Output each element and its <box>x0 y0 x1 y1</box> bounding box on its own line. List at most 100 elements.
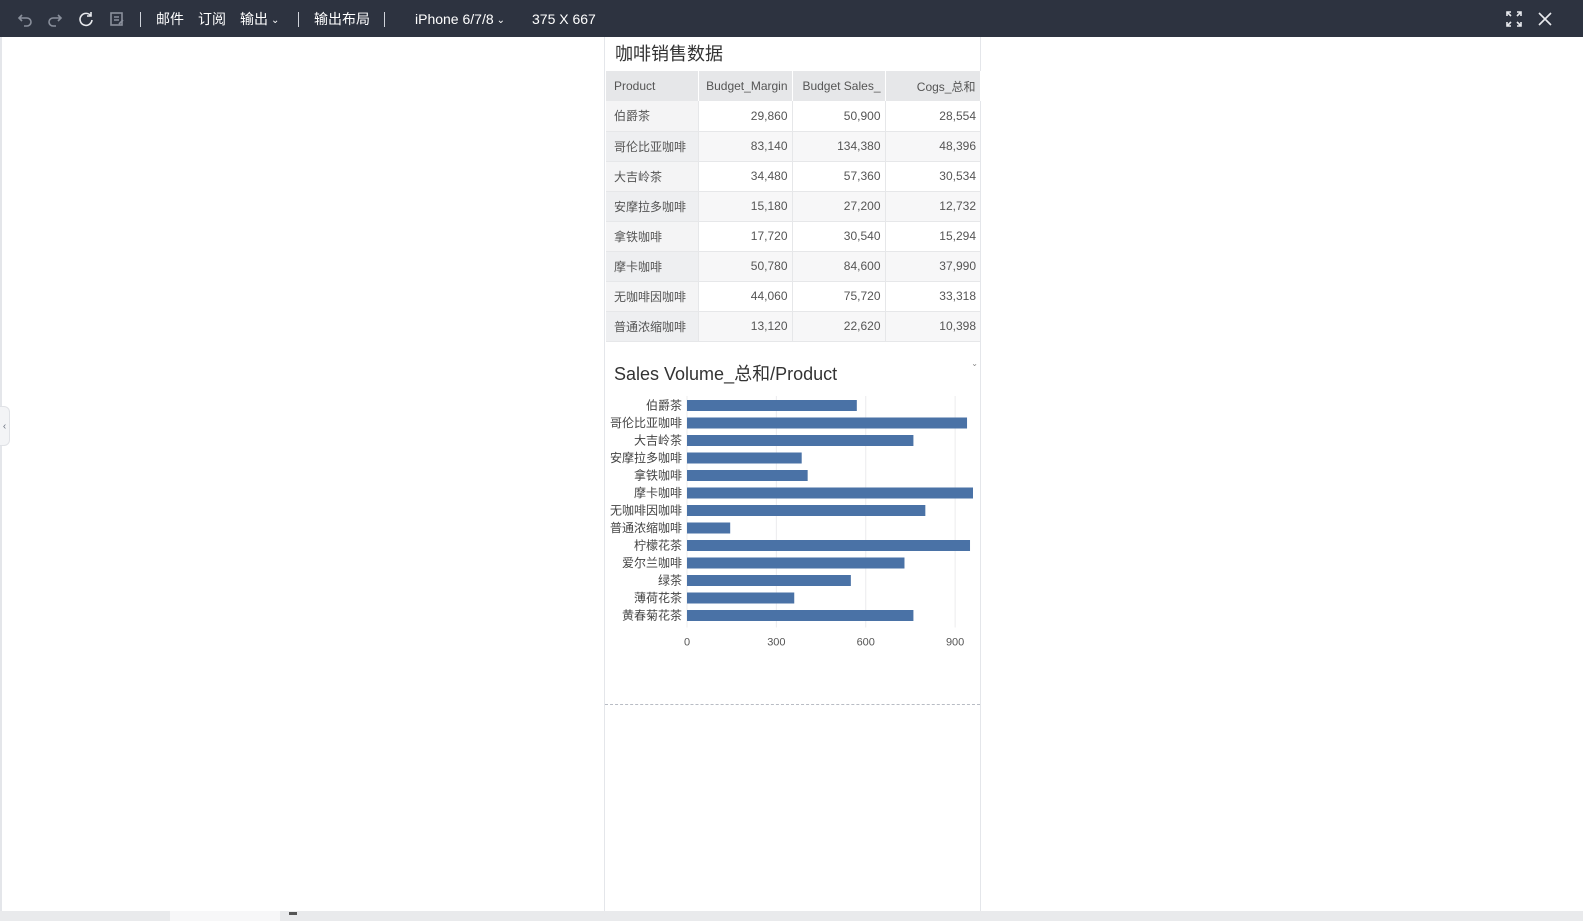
category-label: 黄春菊花茶 <box>622 608 682 623</box>
table-row[interactable]: 大吉岭茶 34,480 57,360 30,534 <box>606 161 980 192</box>
fullscreen-icon[interactable] <box>1504 9 1524 29</box>
value-cell: 37,990 <box>885 251 980 282</box>
refresh-icon[interactable] <box>76 9 96 29</box>
redo-icon[interactable] <box>45 9 65 29</box>
value-cell: 15,294 <box>885 221 980 252</box>
value-cell: 33,318 <box>885 281 980 312</box>
mobile-preview-frame: 咖啡销售数据 Product Budget_Margin Budget Sale… <box>604 37 981 911</box>
sheet-tab-marker <box>289 912 297 915</box>
device-label: iPhone 6/7/8 <box>415 11 494 27</box>
bar[interactable] <box>687 452 802 464</box>
top-toolbar: 邮件 订阅 输出 ⌄ 输出布局 iPhone 6/7/8 ⌄ 375 X 667 <box>0 0 1583 37</box>
close-icon[interactable] <box>1535 9 1555 29</box>
value-cell: 10,398 <box>885 311 980 342</box>
value-cell: 50,780 <box>698 251 793 282</box>
bar[interactable] <box>687 470 808 481</box>
toolbar-divider <box>298 12 299 27</box>
sheet-tab[interactable] <box>170 911 280 921</box>
bar[interactable] <box>687 610 914 621</box>
value-cell: 44,060 <box>698 281 793 312</box>
bar[interactable] <box>687 540 971 551</box>
bar[interactable] <box>687 435 914 446</box>
value-cell: 75,720 <box>792 281 886 312</box>
value-cell: 17,720 <box>698 221 793 252</box>
toolbar-divider <box>384 12 385 27</box>
table-header-row: Product Budget_Margin Budget Sales_ Cogs… <box>606 71 981 101</box>
value-cell: 50,900 <box>792 101 886 132</box>
x-tick-label: 600 <box>857 637 875 649</box>
category-label: 普通浓缩咖啡 <box>610 520 682 535</box>
bar[interactable] <box>687 505 926 516</box>
toolbar-divider <box>140 12 141 27</box>
value-cell: 27,200 <box>792 191 886 222</box>
report-title: 咖啡销售数据 <box>615 44 723 64</box>
table-row[interactable]: 伯爵茶 29,860 50,900 28,554 <box>606 101 980 132</box>
value-cell: 134,380 <box>792 131 886 162</box>
table-row[interactable]: 安摩拉多咖啡 15,180 27,200 12,732 <box>606 191 980 222</box>
table-row[interactable]: 拿铁咖啡 17,720 30,540 15,294 <box>606 221 980 252</box>
subscribe-button[interactable]: 订阅 <box>198 10 226 28</box>
product-cell: 伯爵茶 <box>606 101 699 132</box>
chart-title: Sales Volume_总和/Product <box>614 364 838 384</box>
resolution-label: 375 X 667 <box>532 11 596 27</box>
category-label: 无咖啡因咖啡 <box>610 503 682 518</box>
category-label: 哥伦比亚咖啡 <box>610 415 682 430</box>
category-label: 安摩拉多咖啡 <box>610 450 682 465</box>
category-label: 拿铁咖啡 <box>634 468 682 483</box>
save-icon[interactable] <box>107 9 127 29</box>
category-label: 爱尔兰咖啡 <box>622 555 682 570</box>
sales-volume-bar-chart: 伯爵茶哥伦比亚咖啡大吉岭茶安摩拉多咖啡拿铁咖啡摩卡咖啡无咖啡因咖啡普通浓缩咖啡柠… <box>610 396 973 649</box>
bar[interactable] <box>687 487 973 499</box>
column-header[interactable]: Cogs_总和 <box>885 71 981 101</box>
chevron-left-icon: ‹ <box>2 420 7 432</box>
product-cell: 拿铁咖啡 <box>606 221 699 252</box>
value-cell: 28,554 <box>885 101 980 132</box>
category-label: 摩卡咖啡 <box>634 485 682 500</box>
category-label: 薄荷花茶 <box>634 590 682 605</box>
value-cell: 34,480 <box>698 161 793 192</box>
value-cell: 57,360 <box>792 161 886 192</box>
column-header[interactable]: Budget Sales_ <box>792 71 886 101</box>
value-cell: 84,600 <box>792 251 886 282</box>
table-row[interactable]: 普通浓缩咖啡 13,120 22,620 10,398 <box>606 311 980 342</box>
mail-button[interactable]: 邮件 <box>156 10 184 28</box>
value-cell: 13,120 <box>698 311 793 342</box>
bar[interactable] <box>687 417 968 429</box>
chevron-down-icon: ⌄ <box>271 15 280 26</box>
x-tick-label: 0 <box>684 637 690 649</box>
category-label: 大吉岭茶 <box>634 433 682 448</box>
column-header[interactable]: Budget_Margin <box>698 71 793 101</box>
product-cell: 普通浓缩咖啡 <box>606 311 699 342</box>
column-header[interactable]: Product <box>606 71 699 101</box>
table-row[interactable]: 无咖啡因咖啡 44,060 75,720 33,318 <box>606 281 980 312</box>
value-cell: 30,540 <box>792 221 886 252</box>
product-cell: 无咖啡因咖啡 <box>606 281 699 312</box>
value-cell: 29,860 <box>698 101 793 132</box>
collapse-panel-button[interactable]: ‹ <box>0 406 10 446</box>
chevron-down-icon: ⌄ <box>496 15 506 26</box>
export-label: 输出 <box>240 11 268 27</box>
export-layout-button[interactable]: 输出布局 <box>314 10 370 28</box>
table-row[interactable]: 哥伦比亚咖啡 83,140 134,380 48,396 <box>606 131 980 162</box>
value-cell: 22,620 <box>792 311 886 342</box>
undo-icon[interactable] <box>15 9 35 29</box>
table-row[interactable]: 摩卡咖啡 50,780 84,600 37,990 <box>606 251 980 282</box>
bar[interactable] <box>687 557 905 569</box>
product-cell: 摩卡咖啡 <box>606 251 699 282</box>
x-tick-label: 900 <box>946 637 964 649</box>
category-label: 伯爵茶 <box>646 398 682 413</box>
bar[interactable] <box>687 575 851 586</box>
workspace-left-border <box>0 37 2 911</box>
value-cell: 12,732 <box>885 191 980 222</box>
bar[interactable] <box>687 592 795 604</box>
category-label: 绿茶 <box>658 573 682 588</box>
x-tick-label: 300 <box>767 637 785 649</box>
product-cell: 安摩拉多咖啡 <box>606 191 699 222</box>
device-select[interactable]: iPhone 6/7/8 ⌄ <box>415 10 505 30</box>
product-cell: 大吉岭茶 <box>606 161 699 192</box>
bar[interactable] <box>687 400 857 411</box>
scroll-indicator-icon[interactable]: ⌄ <box>971 359 978 368</box>
bar[interactable] <box>687 522 731 534</box>
value-cell: 30,534 <box>885 161 980 192</box>
export-menu[interactable]: 输出 ⌄ <box>240 10 279 30</box>
